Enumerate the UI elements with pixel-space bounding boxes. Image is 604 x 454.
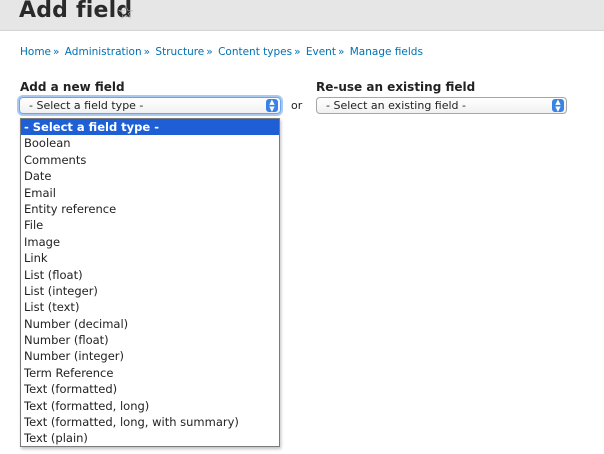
existing-field-select-value: - Select an existing field -: [326, 99, 466, 112]
breadcrumb-event[interactable]: Event: [306, 46, 336, 58]
breadcrumb-separator: »: [294, 46, 301, 58]
dropdown-option[interactable]: Comments: [21, 152, 279, 168]
breadcrumb-home[interactable]: Home: [20, 46, 51, 58]
breadcrumb-structure[interactable]: Structure: [155, 46, 204, 58]
dropdown-option[interactable]: - Select a field type -: [21, 119, 279, 136]
breadcrumb-separator: »: [206, 46, 213, 58]
dropdown-option[interactable]: Text (formatted, long): [21, 398, 279, 414]
field-type-select-value: - Select a field type -: [29, 99, 144, 112]
breadcrumb-separator: »: [337, 46, 345, 58]
dropdown-option[interactable]: Number (float): [21, 332, 279, 348]
page-header: Add field ☆: [0, 0, 604, 31]
dropdown-option[interactable]: List (text): [21, 299, 279, 315]
dropdown-option[interactable]: Text (plain): [21, 430, 279, 446]
breadcrumb-content-types[interactable]: Content types: [218, 46, 292, 58]
reuse-existing-field-label: Re-use an existing field: [316, 80, 476, 94]
dropdown-option[interactable]: File: [21, 217, 279, 233]
add-new-field-label: Add a new field: [20, 80, 125, 94]
page-title: Add field: [19, 0, 133, 23]
breadcrumb-manage-fields[interactable]: Manage fields: [350, 46, 423, 58]
dropdown-option[interactable]: Email: [21, 185, 279, 201]
dropdown-option[interactable]: Boolean: [21, 135, 279, 151]
dropdown-option[interactable]: Image: [21, 234, 279, 250]
dropdown-option[interactable]: List (float): [21, 267, 279, 283]
breadcrumb: Home» Administration» Structure» Content…: [20, 46, 423, 58]
dropdown-option[interactable]: List (integer): [21, 283, 279, 299]
dropdown-option[interactable]: Date: [21, 168, 279, 184]
field-type-select[interactable]: - Select a field type - ▲ ▼: [19, 97, 281, 114]
field-type-dropdown-list: - Select a field type - Boolean Comments…: [20, 118, 280, 447]
breadcrumb-administration[interactable]: Administration: [65, 46, 142, 58]
dropdown-option[interactable]: Text (formatted): [21, 381, 279, 397]
dropdown-option[interactable]: Text (formatted, long, with summary): [21, 414, 279, 430]
star-icon[interactable]: ☆: [117, 0, 135, 24]
breadcrumb-separator: »: [143, 46, 151, 58]
existing-field-select[interactable]: - Select an existing field - ▲ ▼: [316, 97, 567, 114]
breadcrumb-separator: »: [53, 46, 60, 58]
dropdown-option[interactable]: Term Reference: [21, 365, 279, 381]
select-arrows-icon: ▲ ▼: [552, 99, 564, 112]
dropdown-option[interactable]: Number (decimal): [21, 316, 279, 332]
dropdown-option[interactable]: Number (integer): [21, 348, 279, 364]
or-text: or: [291, 99, 303, 112]
dropdown-option[interactable]: Entity reference: [21, 201, 279, 217]
select-arrows-icon: ▲ ▼: [266, 99, 278, 112]
dropdown-option[interactable]: Link: [21, 250, 279, 266]
